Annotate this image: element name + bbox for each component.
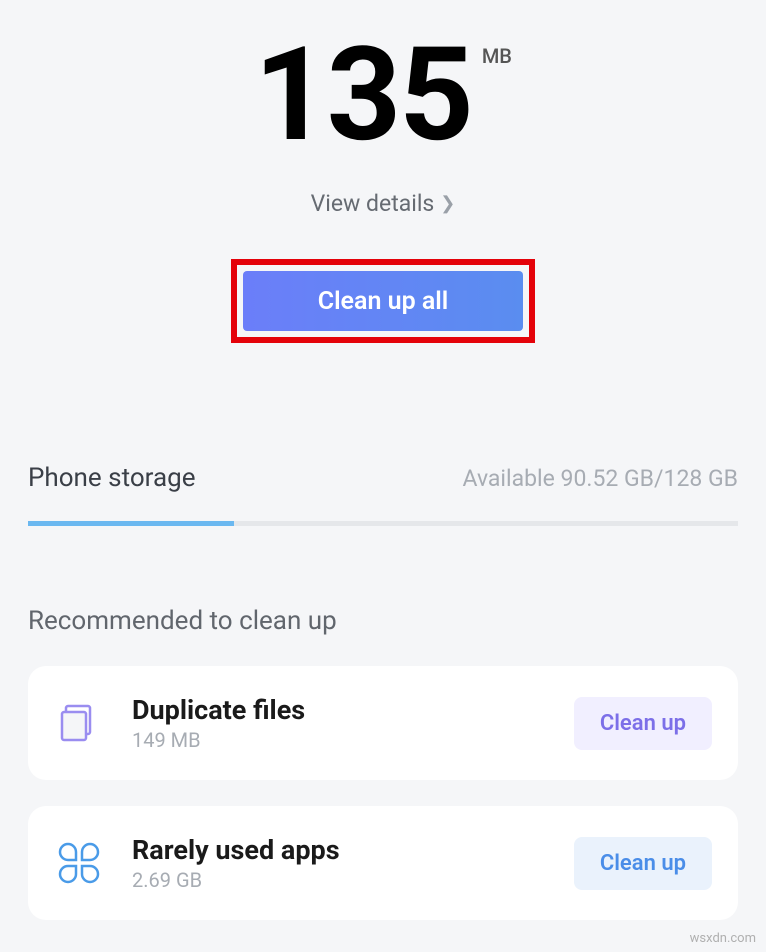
highlight-box: Clean up all [231, 259, 535, 343]
storage-progress-fill [28, 521, 234, 526]
view-details-link[interactable]: View details ❯ [311, 190, 456, 217]
cleanup-button[interactable]: Clean up [574, 837, 712, 890]
duplicate-icon [54, 698, 104, 748]
card-subtitle: 149 MB [132, 728, 574, 752]
list-item[interactable]: Duplicate files 149 MB Clean up [28, 666, 738, 780]
cleanup-button[interactable]: Clean up [574, 697, 712, 750]
card-subtitle: 2.69 GB [132, 868, 574, 892]
storage-title: Phone storage [28, 463, 195, 493]
recommend-list: Duplicate files 149 MB Clean up Rarely u… [0, 666, 766, 920]
list-item[interactable]: Rarely used apps 2.69 GB Clean up [28, 806, 738, 920]
size-value: 135 [254, 30, 472, 160]
cleanable-size: 135 MB [254, 30, 512, 160]
apps-icon [54, 838, 104, 888]
storage-available: Available 90.52 GB/128 GB [463, 465, 739, 492]
size-unit: MB [482, 44, 512, 68]
hero-section: 135 MB View details ❯ Clean up all [0, 0, 766, 343]
view-details-label: View details [311, 190, 435, 217]
cleanup-all-button[interactable]: Clean up all [243, 271, 523, 331]
card-title: Duplicate files [132, 694, 574, 726]
storage-header: Phone storage Available 90.52 GB/128 GB [28, 463, 738, 493]
storage-section: Phone storage Available 90.52 GB/128 GB [0, 463, 766, 526]
watermark: wsxdn.com [690, 931, 756, 946]
recommend-heading: Recommended to clean up [0, 606, 766, 636]
card-text: Duplicate files 149 MB [132, 694, 574, 752]
card-title: Rarely used apps [132, 834, 574, 866]
chevron-right-icon: ❯ [440, 193, 455, 214]
card-text: Rarely used apps 2.69 GB [132, 834, 574, 892]
storage-progress-bar [28, 521, 738, 526]
